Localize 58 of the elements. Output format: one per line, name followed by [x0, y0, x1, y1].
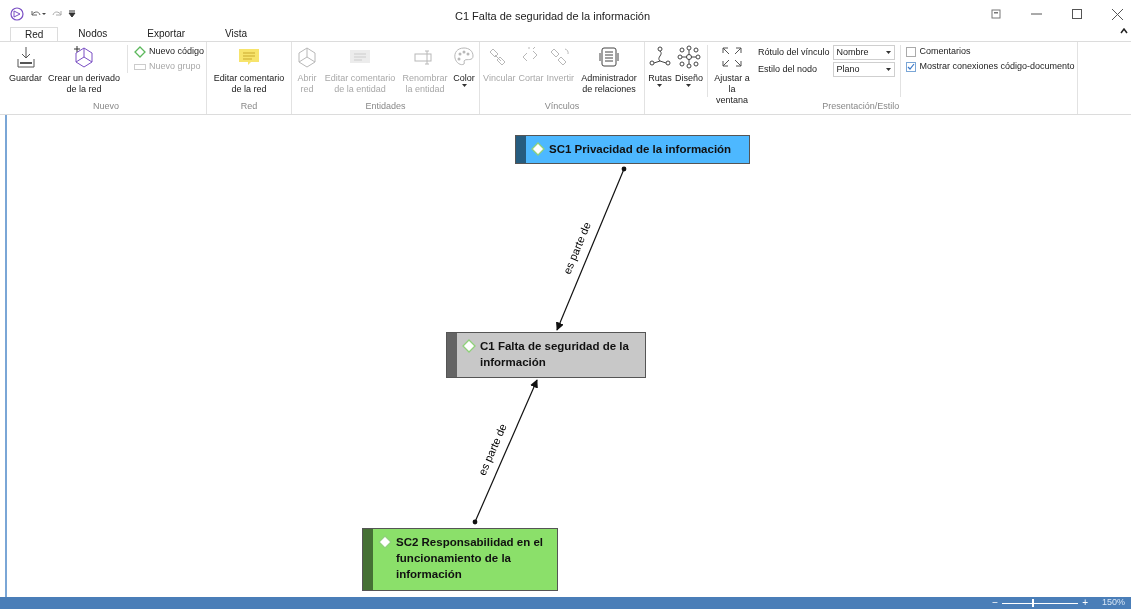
field-label: Estilo del nodo [758, 63, 819, 76]
rectangle-icon [134, 63, 147, 70]
ribbon-display-icon[interactable] [991, 9, 1001, 19]
zoom-out-button[interactable]: − [992, 598, 999, 608]
collapse-ribbon-icon[interactable] [1120, 28, 1128, 34]
ribbon-button[interactable]: Administrador de relaciones [575, 45, 642, 95]
ribbon-group-label: Presentación/Estilo [822, 101, 900, 111]
diamond-icon [134, 45, 147, 58]
dropdown[interactable]: Nombre [832, 45, 895, 60]
caret-icon [686, 84, 692, 87]
caret-icon [885, 51, 891, 54]
zoom-reading: 150% [1101, 596, 1125, 609]
ribbon-button[interactable]: Guardar [8, 45, 44, 84]
ribbon-tab[interactable]: Red [10, 27, 59, 41]
ribbon-button[interactable]: Editar comentario de la red [209, 45, 290, 95]
checkbox-label: Mostrar conexiones código-documento [919, 60, 1075, 73]
app-logo-icon[interactable] [10, 7, 24, 21]
link-label: es parte de [560, 220, 593, 276]
ribbon-group-label: Vínculos [544, 101, 580, 111]
checkbox[interactable] [905, 61, 916, 72]
diamond-icon [462, 339, 476, 353]
close-icon[interactable] [1112, 8, 1123, 20]
field-label: Rótulo del vínculo [758, 46, 830, 59]
caret-icon [657, 84, 663, 87]
dropdown[interactable]: Plano [832, 62, 895, 77]
caret-icon [461, 84, 467, 87]
ribbon-button[interactable]: Ajustar a la ventana [711, 45, 753, 106]
diamond-icon [378, 535, 392, 549]
zoom-slider-thumb[interactable] [1031, 599, 1034, 607]
ribbon-button[interactable]: Diseño [673, 45, 704, 87]
checkbox[interactable] [905, 46, 916, 57]
customize-toolbar-icon[interactable] [68, 10, 76, 18]
network-node[interactable]: C1 Falta de seguridad de la información [446, 332, 646, 378]
ribbon-button[interactable]: Rutas [646, 45, 673, 87]
route-nodes-icon [647, 45, 672, 69]
fit-window-icon [720, 45, 744, 69]
maximize-icon[interactable] [1072, 9, 1082, 19]
zoom-in-button[interactable]: + [1082, 598, 1088, 608]
ribbon-button[interactable]: Color [451, 45, 478, 87]
ribbon-button[interactable]: Crear un derivado de la red [44, 45, 125, 95]
window-title: C1 Falta de seguridad de la información [455, 9, 651, 24]
ribbon-tab[interactable]: Nodos [58, 27, 128, 41]
caret-icon [885, 68, 891, 71]
link-label: es parte de [475, 421, 509, 477]
diamond-icon [531, 142, 545, 156]
network-node[interactable]: SC1 Privacidad de la información [515, 135, 750, 164]
list-panel-icon [596, 45, 621, 69]
checkbox-label: Comentarios [919, 45, 971, 58]
ribbon-small-button[interactable]: Nuevo código [134, 45, 205, 58]
network-layout-icon [676, 45, 701, 69]
ribbon-group-label: Nuevo [93, 101, 120, 111]
undo-icon[interactable] [30, 9, 46, 19]
ribbon-tab[interactable]: Vista [205, 27, 268, 41]
ribbon-group-label: Red [240, 101, 258, 111]
network-node[interactable]: SC2 Responsabilidad en el funcionamiento de la información [362, 528, 558, 591]
ribbon-tab[interactable]: Exportar [127, 27, 206, 41]
ribbon-group-label: Entidades [365, 101, 406, 111]
zoom-slider[interactable] [1002, 598, 1079, 608]
